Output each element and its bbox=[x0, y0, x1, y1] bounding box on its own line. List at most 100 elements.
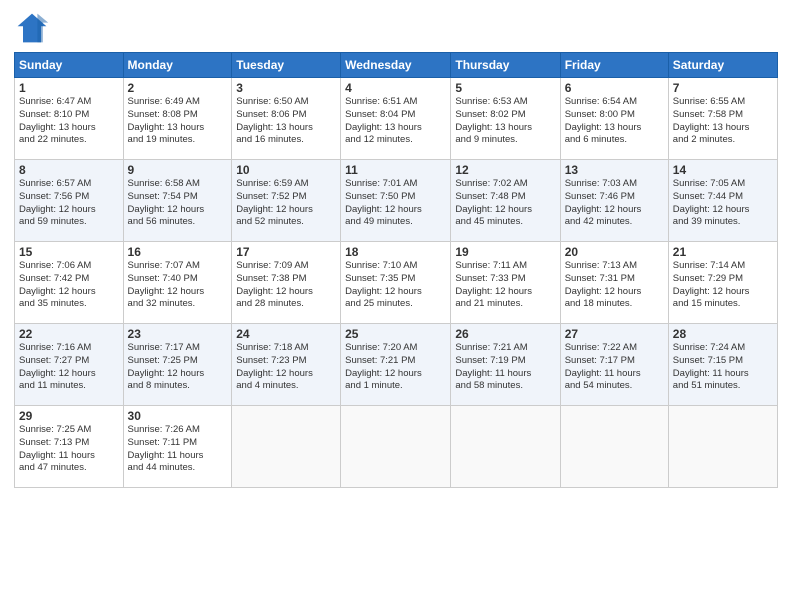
day-number: 8 bbox=[19, 163, 119, 177]
day-number: 25 bbox=[345, 327, 446, 341]
day-number: 4 bbox=[345, 81, 446, 95]
day-cell: 20Sunrise: 7:13 AM Sunset: 7:31 PM Dayli… bbox=[560, 242, 668, 324]
logo-icon bbox=[14, 10, 50, 46]
col-header-wednesday: Wednesday bbox=[341, 53, 451, 78]
day-detail: Sunrise: 7:09 AM Sunset: 7:38 PM Dayligh… bbox=[236, 260, 336, 311]
day-detail: Sunrise: 7:18 AM Sunset: 7:23 PM Dayligh… bbox=[236, 342, 336, 393]
day-cell: 30Sunrise: 7:26 AM Sunset: 7:11 PM Dayli… bbox=[123, 406, 232, 488]
day-detail: Sunrise: 7:24 AM Sunset: 7:15 PM Dayligh… bbox=[673, 342, 773, 393]
col-header-saturday: Saturday bbox=[668, 53, 777, 78]
day-cell: 21Sunrise: 7:14 AM Sunset: 7:29 PM Dayli… bbox=[668, 242, 777, 324]
day-cell: 24Sunrise: 7:18 AM Sunset: 7:23 PM Dayli… bbox=[232, 324, 341, 406]
day-cell: 1Sunrise: 6:47 AM Sunset: 8:10 PM Daylig… bbox=[15, 78, 124, 160]
day-number: 26 bbox=[455, 327, 555, 341]
day-detail: Sunrise: 7:10 AM Sunset: 7:35 PM Dayligh… bbox=[345, 260, 446, 311]
week-row-3: 15Sunrise: 7:06 AM Sunset: 7:42 PM Dayli… bbox=[15, 242, 778, 324]
week-row-4: 22Sunrise: 7:16 AM Sunset: 7:27 PM Dayli… bbox=[15, 324, 778, 406]
day-number: 29 bbox=[19, 409, 119, 423]
day-detail: Sunrise: 7:26 AM Sunset: 7:11 PM Dayligh… bbox=[128, 424, 228, 475]
day-cell: 2Sunrise: 6:49 AM Sunset: 8:08 PM Daylig… bbox=[123, 78, 232, 160]
day-number: 17 bbox=[236, 245, 336, 259]
day-cell: 18Sunrise: 7:10 AM Sunset: 7:35 PM Dayli… bbox=[341, 242, 451, 324]
day-number: 16 bbox=[128, 245, 228, 259]
day-cell: 16Sunrise: 7:07 AM Sunset: 7:40 PM Dayli… bbox=[123, 242, 232, 324]
day-number: 13 bbox=[565, 163, 664, 177]
day-detail: Sunrise: 7:25 AM Sunset: 7:13 PM Dayligh… bbox=[19, 424, 119, 475]
day-cell: 12Sunrise: 7:02 AM Sunset: 7:48 PM Dayli… bbox=[451, 160, 560, 242]
day-detail: Sunrise: 7:21 AM Sunset: 7:19 PM Dayligh… bbox=[455, 342, 555, 393]
day-cell: 15Sunrise: 7:06 AM Sunset: 7:42 PM Dayli… bbox=[15, 242, 124, 324]
logo bbox=[14, 10, 54, 46]
day-cell: 13Sunrise: 7:03 AM Sunset: 7:46 PM Dayli… bbox=[560, 160, 668, 242]
day-cell bbox=[668, 406, 777, 488]
day-detail: Sunrise: 7:13 AM Sunset: 7:31 PM Dayligh… bbox=[565, 260, 664, 311]
day-cell: 5Sunrise: 6:53 AM Sunset: 8:02 PM Daylig… bbox=[451, 78, 560, 160]
day-detail: Sunrise: 6:51 AM Sunset: 8:04 PM Dayligh… bbox=[345, 96, 446, 147]
day-detail: Sunrise: 6:54 AM Sunset: 8:00 PM Dayligh… bbox=[565, 96, 664, 147]
day-detail: Sunrise: 7:22 AM Sunset: 7:17 PM Dayligh… bbox=[565, 342, 664, 393]
day-cell bbox=[341, 406, 451, 488]
day-cell: 4Sunrise: 6:51 AM Sunset: 8:04 PM Daylig… bbox=[341, 78, 451, 160]
day-number: 30 bbox=[128, 409, 228, 423]
week-row-5: 29Sunrise: 7:25 AM Sunset: 7:13 PM Dayli… bbox=[15, 406, 778, 488]
day-number: 24 bbox=[236, 327, 336, 341]
day-cell: 9Sunrise: 6:58 AM Sunset: 7:54 PM Daylig… bbox=[123, 160, 232, 242]
day-number: 18 bbox=[345, 245, 446, 259]
col-header-friday: Friday bbox=[560, 53, 668, 78]
calendar-header-row: SundayMondayTuesdayWednesdayThursdayFrid… bbox=[15, 53, 778, 78]
day-detail: Sunrise: 7:03 AM Sunset: 7:46 PM Dayligh… bbox=[565, 178, 664, 229]
day-number: 27 bbox=[565, 327, 664, 341]
day-detail: Sunrise: 7:01 AM Sunset: 7:50 PM Dayligh… bbox=[345, 178, 446, 229]
day-cell: 14Sunrise: 7:05 AM Sunset: 7:44 PM Dayli… bbox=[668, 160, 777, 242]
day-cell bbox=[560, 406, 668, 488]
day-number: 15 bbox=[19, 245, 119, 259]
day-cell: 6Sunrise: 6:54 AM Sunset: 8:00 PM Daylig… bbox=[560, 78, 668, 160]
day-detail: Sunrise: 7:11 AM Sunset: 7:33 PM Dayligh… bbox=[455, 260, 555, 311]
day-number: 11 bbox=[345, 163, 446, 177]
day-detail: Sunrise: 7:05 AM Sunset: 7:44 PM Dayligh… bbox=[673, 178, 773, 229]
day-cell: 3Sunrise: 6:50 AM Sunset: 8:06 PM Daylig… bbox=[232, 78, 341, 160]
day-detail: Sunrise: 7:16 AM Sunset: 7:27 PM Dayligh… bbox=[19, 342, 119, 393]
col-header-monday: Monday bbox=[123, 53, 232, 78]
day-number: 19 bbox=[455, 245, 555, 259]
day-detail: Sunrise: 6:50 AM Sunset: 8:06 PM Dayligh… bbox=[236, 96, 336, 147]
day-number: 3 bbox=[236, 81, 336, 95]
day-number: 2 bbox=[128, 81, 228, 95]
day-number: 10 bbox=[236, 163, 336, 177]
day-number: 14 bbox=[673, 163, 773, 177]
col-header-tuesday: Tuesday bbox=[232, 53, 341, 78]
day-cell: 11Sunrise: 7:01 AM Sunset: 7:50 PM Dayli… bbox=[341, 160, 451, 242]
day-detail: Sunrise: 6:47 AM Sunset: 8:10 PM Dayligh… bbox=[19, 96, 119, 147]
day-detail: Sunrise: 6:53 AM Sunset: 8:02 PM Dayligh… bbox=[455, 96, 555, 147]
day-cell: 10Sunrise: 6:59 AM Sunset: 7:52 PM Dayli… bbox=[232, 160, 341, 242]
day-number: 20 bbox=[565, 245, 664, 259]
col-header-sunday: Sunday bbox=[15, 53, 124, 78]
day-number: 23 bbox=[128, 327, 228, 341]
day-cell: 29Sunrise: 7:25 AM Sunset: 7:13 PM Dayli… bbox=[15, 406, 124, 488]
header bbox=[14, 10, 778, 46]
day-cell: 26Sunrise: 7:21 AM Sunset: 7:19 PM Dayli… bbox=[451, 324, 560, 406]
day-detail: Sunrise: 6:55 AM Sunset: 7:58 PM Dayligh… bbox=[673, 96, 773, 147]
day-number: 28 bbox=[673, 327, 773, 341]
day-number: 12 bbox=[455, 163, 555, 177]
calendar-table: SundayMondayTuesdayWednesdayThursdayFrid… bbox=[14, 52, 778, 488]
week-row-2: 8Sunrise: 6:57 AM Sunset: 7:56 PM Daylig… bbox=[15, 160, 778, 242]
day-cell: 22Sunrise: 7:16 AM Sunset: 7:27 PM Dayli… bbox=[15, 324, 124, 406]
day-number: 21 bbox=[673, 245, 773, 259]
day-detail: Sunrise: 6:49 AM Sunset: 8:08 PM Dayligh… bbox=[128, 96, 228, 147]
day-number: 22 bbox=[19, 327, 119, 341]
day-cell: 19Sunrise: 7:11 AM Sunset: 7:33 PM Dayli… bbox=[451, 242, 560, 324]
day-cell: 17Sunrise: 7:09 AM Sunset: 7:38 PM Dayli… bbox=[232, 242, 341, 324]
day-cell: 28Sunrise: 7:24 AM Sunset: 7:15 PM Dayli… bbox=[668, 324, 777, 406]
day-cell: 23Sunrise: 7:17 AM Sunset: 7:25 PM Dayli… bbox=[123, 324, 232, 406]
day-cell bbox=[232, 406, 341, 488]
day-cell: 7Sunrise: 6:55 AM Sunset: 7:58 PM Daylig… bbox=[668, 78, 777, 160]
page: SundayMondayTuesdayWednesdayThursdayFrid… bbox=[0, 0, 792, 612]
day-cell: 27Sunrise: 7:22 AM Sunset: 7:17 PM Dayli… bbox=[560, 324, 668, 406]
day-cell bbox=[451, 406, 560, 488]
col-header-thursday: Thursday bbox=[451, 53, 560, 78]
day-number: 5 bbox=[455, 81, 555, 95]
day-detail: Sunrise: 7:02 AM Sunset: 7:48 PM Dayligh… bbox=[455, 178, 555, 229]
day-number: 1 bbox=[19, 81, 119, 95]
day-detail: Sunrise: 6:59 AM Sunset: 7:52 PM Dayligh… bbox=[236, 178, 336, 229]
